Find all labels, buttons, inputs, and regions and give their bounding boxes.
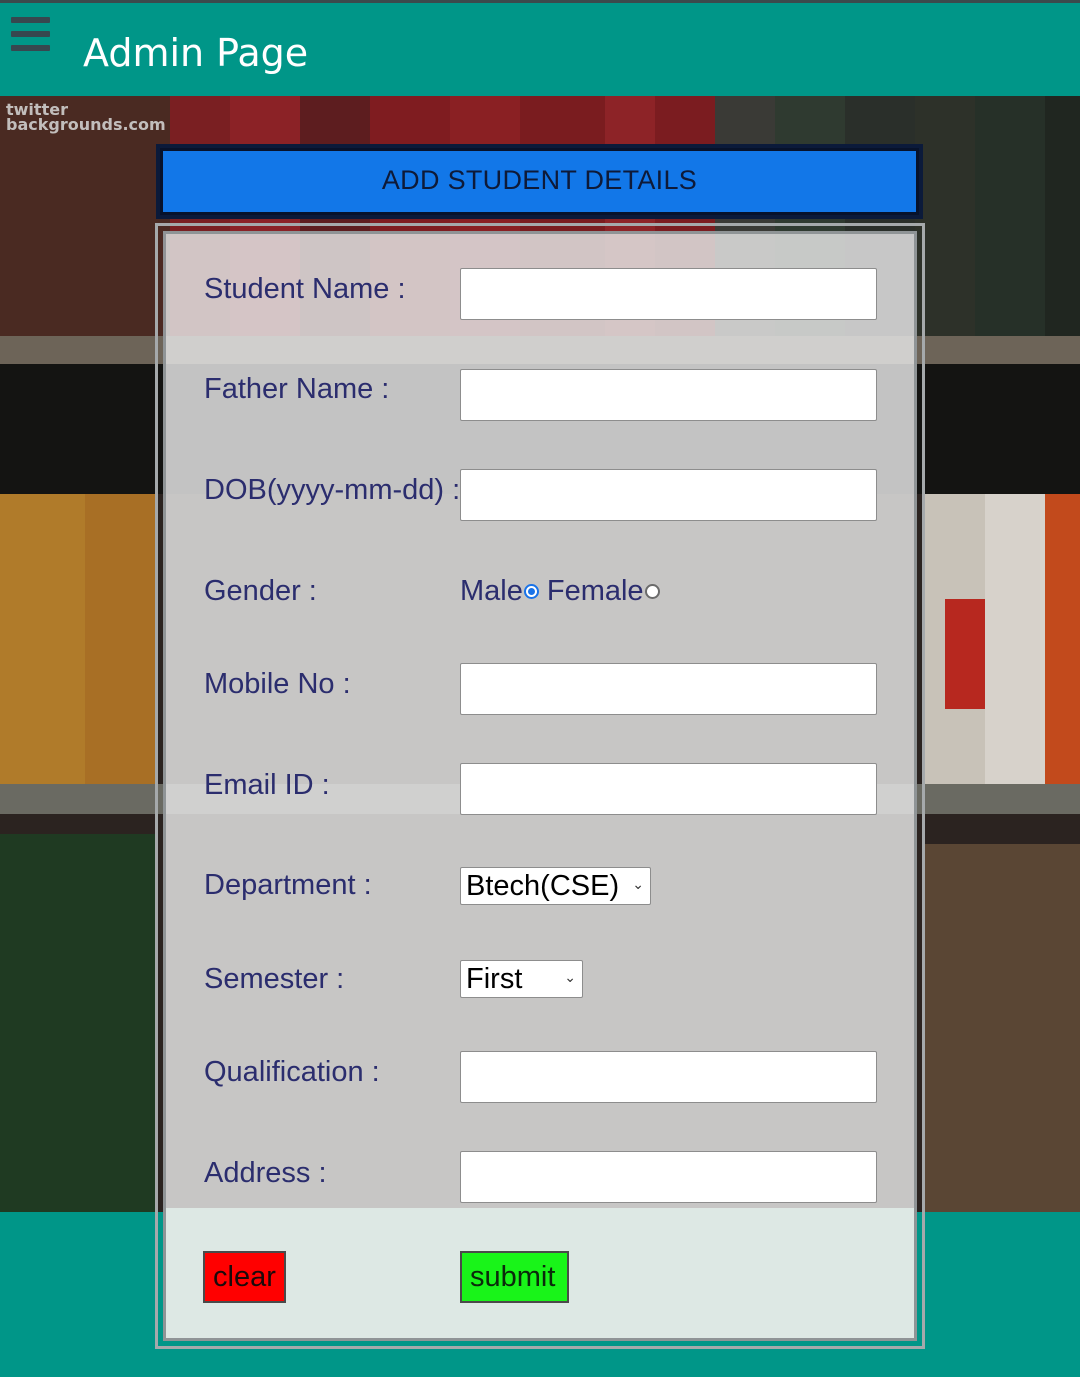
background-watermark: twitter backgrounds.com [6,100,166,134]
student-name-label: Student Name : [204,273,406,305]
dob-label: DOB(yyyy-mm-dd) : [204,474,461,506]
address-label: Address : [204,1157,327,1189]
gender-label: Gender : [204,575,317,607]
chevron-down-icon: ⌄ [632,876,644,892]
gender-female-label: Female [546,575,644,607]
department-label: Department : [204,869,372,901]
semester-select[interactable]: First ⌄ [460,960,583,998]
mobile-label: Mobile No : [204,668,351,700]
address-input[interactable] [460,1151,877,1203]
chevron-down-icon: ⌄ [564,969,576,985]
semester-label: Semester : [204,963,345,995]
gender-male-radio[interactable] [523,584,539,599]
department-selected-value: Btech(CSE) [466,869,620,902]
form-heading-box: ADD STUDENT DETAILS [156,144,923,219]
clear-button[interactable]: clear [203,1251,286,1303]
email-input[interactable] [460,763,877,815]
qualification-input[interactable] [460,1051,877,1103]
father-name-input[interactable] [460,369,877,421]
email-label: Email ID : [204,769,330,801]
department-select[interactable]: Btech(CSE) ⌄ [460,867,651,905]
qualification-label: Qualification : [204,1056,380,1088]
dob-input[interactable] [460,469,877,521]
gender-male-label: Male [460,575,523,607]
father-name-label: Father Name : [204,373,390,405]
semester-selected-value: First [466,962,523,995]
gender-radio-group: Male Female [460,575,663,608]
app-bar: Admin Page [0,3,1080,96]
app-title: Admin Page [83,31,309,75]
hamburger-menu-icon[interactable] [11,17,51,53]
submit-button[interactable]: submit [460,1251,569,1303]
student-name-input[interactable] [460,268,877,320]
form-heading: ADD STUDENT DETAILS [381,165,698,195]
mobile-input[interactable] [460,663,877,715]
gender-female-radio[interactable] [644,584,660,599]
